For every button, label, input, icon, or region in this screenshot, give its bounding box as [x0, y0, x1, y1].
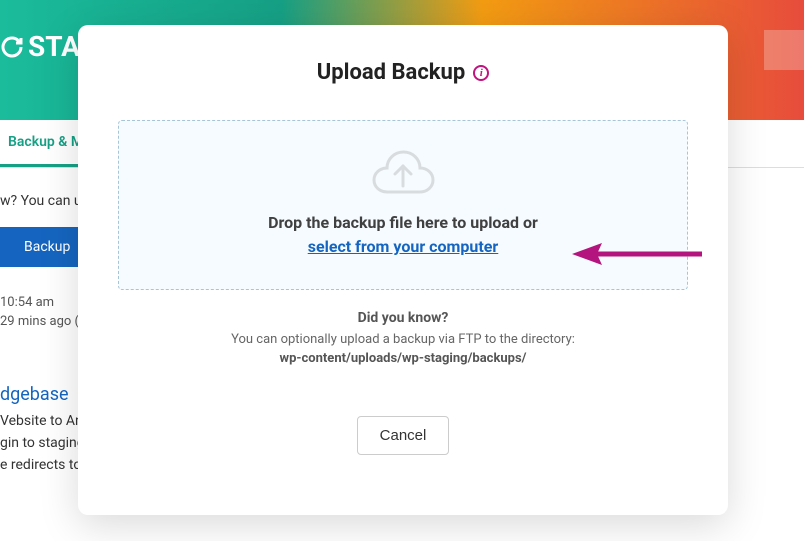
upload-backup-modal: Upload Backup i Drop the backup file her… — [78, 25, 728, 515]
ftp-tip: Did you know? You can optionally upload … — [231, 310, 575, 366]
tip-title: Did you know? — [231, 310, 575, 326]
cancel-button[interactable]: Cancel — [357, 416, 450, 455]
refresh-icon — [0, 35, 24, 59]
logo: STA — [0, 30, 80, 63]
select-from-computer-link[interactable]: select from your computer — [308, 237, 499, 256]
modal-title-row: Upload Backup i — [317, 60, 489, 85]
upload-dropzone[interactable]: Drop the backup file here to upload or s… — [118, 120, 688, 290]
logo-text: STA — [28, 30, 80, 63]
cloud-upload-icon — [368, 146, 438, 201]
drop-text: Drop the backup file here to upload or s… — [139, 211, 667, 259]
tip-text: You can optionally upload a backup via F… — [231, 332, 575, 347]
bg-right-block — [764, 30, 804, 70]
drop-text-prefix: Drop the backup file here to upload or — [268, 213, 538, 232]
modal-title: Upload Backup — [317, 60, 465, 85]
tip-path: wp-content/uploads/wp-staging/backups/ — [231, 351, 575, 366]
info-icon[interactable]: i — [473, 65, 489, 81]
